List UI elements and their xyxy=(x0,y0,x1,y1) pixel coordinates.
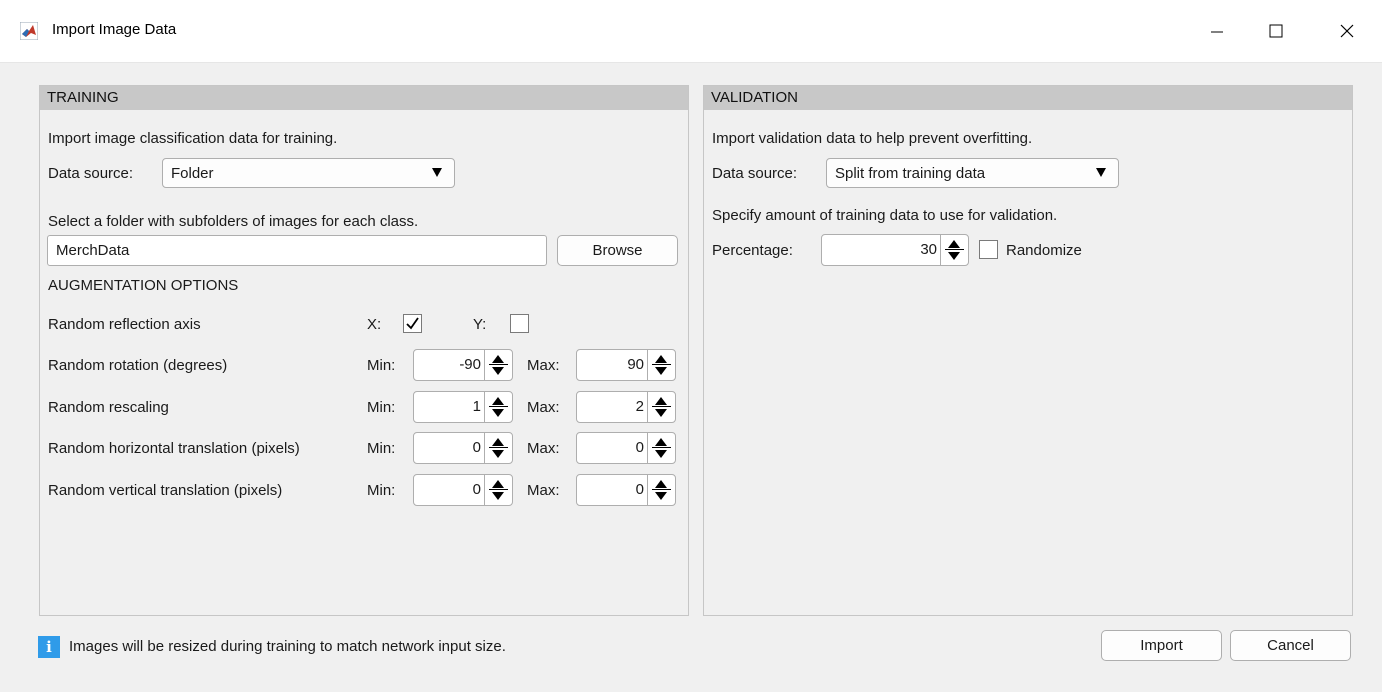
minimize-button[interactable] xyxy=(1194,12,1240,50)
rescaling-label: Random rescaling xyxy=(48,399,169,416)
validation-description: Import validation data to help prevent o… xyxy=(712,130,1033,147)
spinner-arrows-icon[interactable] xyxy=(647,475,675,505)
rotation-max-spinner[interactable]: 90 xyxy=(576,349,676,381)
maximize-button[interactable] xyxy=(1253,12,1299,50)
randomize-checkbox[interactable] xyxy=(979,240,998,259)
vertical-max-value: 0 xyxy=(635,481,644,498)
folder-path-value: MerchData xyxy=(56,242,130,259)
rotation-min-spinner[interactable]: -90 xyxy=(413,349,513,381)
rotation-max-label: Max: xyxy=(527,357,560,374)
rescaling-min-value: 1 xyxy=(472,398,481,415)
matlab-logo-icon xyxy=(20,22,38,40)
rotation-max-value: 90 xyxy=(627,356,644,373)
chevron-down-icon xyxy=(1096,168,1106,177)
folder-instruction: Select a folder with subfolders of image… xyxy=(48,213,419,230)
reflection-x-checkbox[interactable] xyxy=(403,314,422,333)
close-icon xyxy=(1340,24,1354,38)
rescaling-max-spinner[interactable]: 2 xyxy=(576,391,676,423)
vertical-translation-label: Random vertical translation (pixels) xyxy=(48,482,283,499)
rescaling-max-label: Max: xyxy=(527,399,560,416)
validation-header: VALIDATION xyxy=(704,86,1352,110)
horizontal-max-spinner[interactable]: 0 xyxy=(576,432,676,464)
reflection-y-checkbox[interactable] xyxy=(510,314,529,333)
validation-panel: VALIDATION Import validation data to hel… xyxy=(703,85,1353,616)
rotation-min-value: -90 xyxy=(459,356,481,373)
info-text: Images will be resized during training t… xyxy=(69,638,506,655)
vertical-max-spinner[interactable]: 0 xyxy=(576,474,676,506)
rotation-min-label: Min: xyxy=(367,357,396,374)
reflection-axis-label: Random reflection axis xyxy=(48,316,201,333)
spinner-arrows-icon[interactable] xyxy=(484,392,512,422)
reflection-x-label: X: xyxy=(367,316,382,333)
close-button[interactable] xyxy=(1324,12,1370,50)
validation-data-source-dropdown[interactable]: Split from training data xyxy=(826,158,1119,188)
vertical-min-spinner[interactable]: 0 xyxy=(413,474,513,506)
rescaling-min-label: Min: xyxy=(367,399,396,416)
reflection-y-label: Y: xyxy=(473,316,487,333)
checkmark-icon xyxy=(406,317,419,330)
rotation-label: Random rotation (degrees) xyxy=(48,357,228,374)
training-panel: TRAINING Import image classification dat… xyxy=(39,85,689,616)
window-title: Import Image Data xyxy=(52,21,177,38)
training-header: TRAINING xyxy=(40,86,688,110)
info-icon: i xyxy=(38,636,60,658)
vertical-min-label: Min: xyxy=(367,482,396,499)
spinner-arrows-icon[interactable] xyxy=(484,433,512,463)
horizontal-min-label: Min: xyxy=(367,440,396,457)
spinner-arrows-icon[interactable] xyxy=(647,392,675,422)
horizontal-max-value: 0 xyxy=(635,439,644,456)
training-data-source-value: Folder xyxy=(171,165,214,182)
percentage-label: Percentage: xyxy=(712,242,793,259)
validation-data-source-label: Data source: xyxy=(712,165,798,182)
randomize-label: Randomize xyxy=(1006,242,1082,259)
training-data-source-label: Data source: xyxy=(48,165,134,182)
title-bar: Import Image Data xyxy=(0,0,1382,63)
vertical-min-value: 0 xyxy=(472,481,481,498)
import-button[interactable]: Import xyxy=(1101,630,1222,661)
spinner-arrows-icon[interactable] xyxy=(647,433,675,463)
folder-path-field[interactable]: MerchData xyxy=(47,235,547,266)
cancel-button[interactable]: Cancel xyxy=(1230,630,1351,661)
spinner-arrows-icon[interactable] xyxy=(647,350,675,380)
rescaling-max-value: 2 xyxy=(635,398,644,415)
percentage-spinner[interactable]: 30 xyxy=(821,234,969,266)
spinner-arrows-icon[interactable] xyxy=(484,475,512,505)
horizontal-min-value: 0 xyxy=(472,439,481,456)
minimize-icon xyxy=(1211,31,1223,33)
horizontal-translation-label: Random horizontal translation (pixels) xyxy=(48,440,300,457)
amount-instruction: Specify amount of training data to use f… xyxy=(712,207,1058,224)
horizontal-min-spinner[interactable]: 0 xyxy=(413,432,513,464)
percentage-value: 30 xyxy=(920,241,937,258)
maximize-icon xyxy=(1269,24,1283,38)
vertical-max-label: Max: xyxy=(527,482,560,499)
validation-data-source-value: Split from training data xyxy=(835,165,986,182)
augmentation-heading: AUGMENTATION OPTIONS xyxy=(48,277,239,294)
spinner-arrows-icon[interactable] xyxy=(940,235,968,265)
training-data-source-dropdown[interactable]: Folder xyxy=(162,158,455,188)
browse-button[interactable]: Browse xyxy=(557,235,678,266)
spinner-arrows-icon[interactable] xyxy=(484,350,512,380)
rescaling-min-spinner[interactable]: 1 xyxy=(413,391,513,423)
horizontal-max-label: Max: xyxy=(527,440,560,457)
training-description: Import image classification data for tra… xyxy=(48,130,338,147)
chevron-down-icon xyxy=(432,168,442,177)
